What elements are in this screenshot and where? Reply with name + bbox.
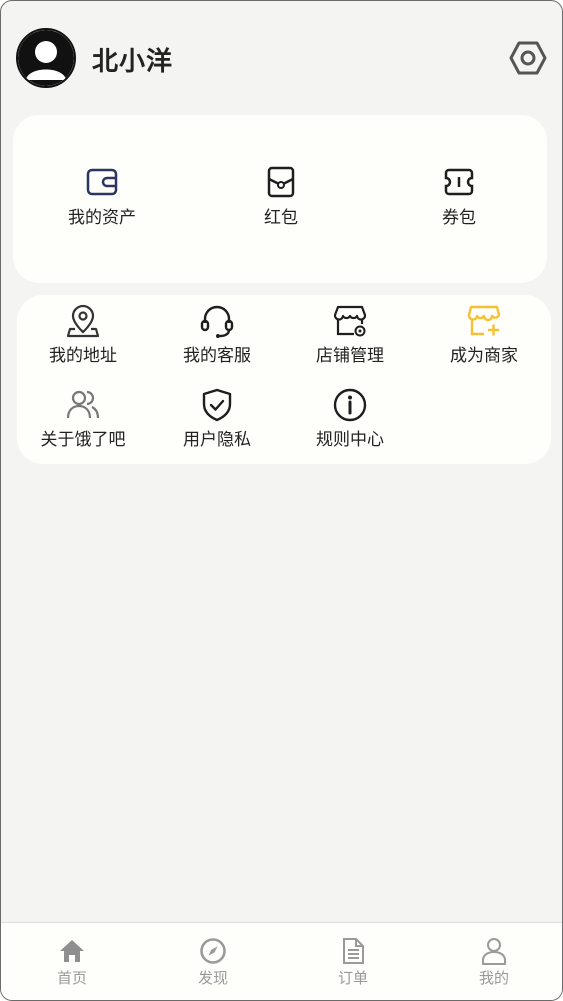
store-management-label: 店铺管理: [316, 346, 384, 366]
ticket-icon: [444, 168, 474, 196]
rules-center-button[interactable]: 规则中心: [290, 387, 410, 450]
phone-frame: 北小洋 我的资产 红包 券包 我的地址 我的客服 店铺管理 成为商家 关于饿了吧…: [0, 0, 563, 1001]
become-merchant-button[interactable]: 成为商家: [424, 303, 544, 366]
about-label: 关于饿了吧: [40, 430, 126, 450]
about-button[interactable]: 关于饿了吧: [23, 387, 143, 450]
coupon-bag-label: 券包: [442, 208, 476, 228]
avatar-person-icon: [18, 30, 74, 86]
services-card: 我的地址 我的客服 店铺管理 成为商家 关于饿了吧 用户隐私 规则中心: [17, 295, 551, 464]
tab-discover-label: 发现: [197, 969, 228, 987]
bottom-tab-bar: 首页 发现 订单 我的: [1, 922, 562, 1000]
headset-icon: [200, 305, 234, 338]
tab-orders-label: 订单: [337, 969, 368, 987]
info-icon: [333, 388, 367, 422]
store-management-button[interactable]: 店铺管理: [290, 303, 410, 366]
customer-service-label: 我的客服: [183, 346, 251, 366]
settings-button[interactable]: [509, 39, 547, 77]
become-merchant-label: 成为商家: [450, 346, 518, 366]
my-address-button[interactable]: 我的地址: [23, 303, 143, 366]
shield-check-icon: [202, 388, 232, 422]
my-assets-button[interactable]: 我的资产: [42, 165, 162, 228]
tab-orders[interactable]: 订单: [313, 937, 393, 988]
red-packet-button[interactable]: 红包: [221, 165, 341, 228]
avatar[interactable]: [16, 28, 76, 88]
tab-home-label: 首页: [56, 969, 87, 987]
red-packet-label: 红包: [264, 208, 298, 228]
tab-discover[interactable]: 发现: [173, 937, 253, 988]
wallet-icon: [86, 168, 118, 196]
coupon-bag-button[interactable]: 券包: [399, 165, 519, 228]
store-add-icon: [467, 305, 501, 336]
document-icon: [343, 938, 364, 964]
users-icon: [66, 390, 100, 419]
compass-icon: [200, 938, 226, 964]
home-icon: [60, 940, 84, 962]
tab-mine-label: 我的: [478, 969, 509, 987]
user-icon: [482, 938, 506, 965]
store-settings-icon: [333, 305, 367, 337]
profile-header: 北小洋: [1, 1, 562, 111]
rules-center-label: 规则中心: [316, 430, 384, 450]
username: 北小洋: [92, 47, 174, 77]
location-pin-icon: [66, 304, 100, 338]
my-address-label: 我的地址: [49, 346, 117, 366]
gear-icon: [509, 41, 547, 75]
tab-home[interactable]: 首页: [32, 937, 112, 988]
user-privacy-label: 用户隐私: [183, 430, 251, 450]
red-packet-icon: [267, 166, 295, 198]
customer-service-button[interactable]: 我的客服: [157, 303, 277, 366]
my-assets-label: 我的资产: [68, 208, 136, 228]
assets-card: 我的资产 红包 券包: [13, 115, 547, 283]
user-privacy-button[interactable]: 用户隐私: [157, 387, 277, 450]
tab-mine[interactable]: 我的: [454, 937, 534, 988]
